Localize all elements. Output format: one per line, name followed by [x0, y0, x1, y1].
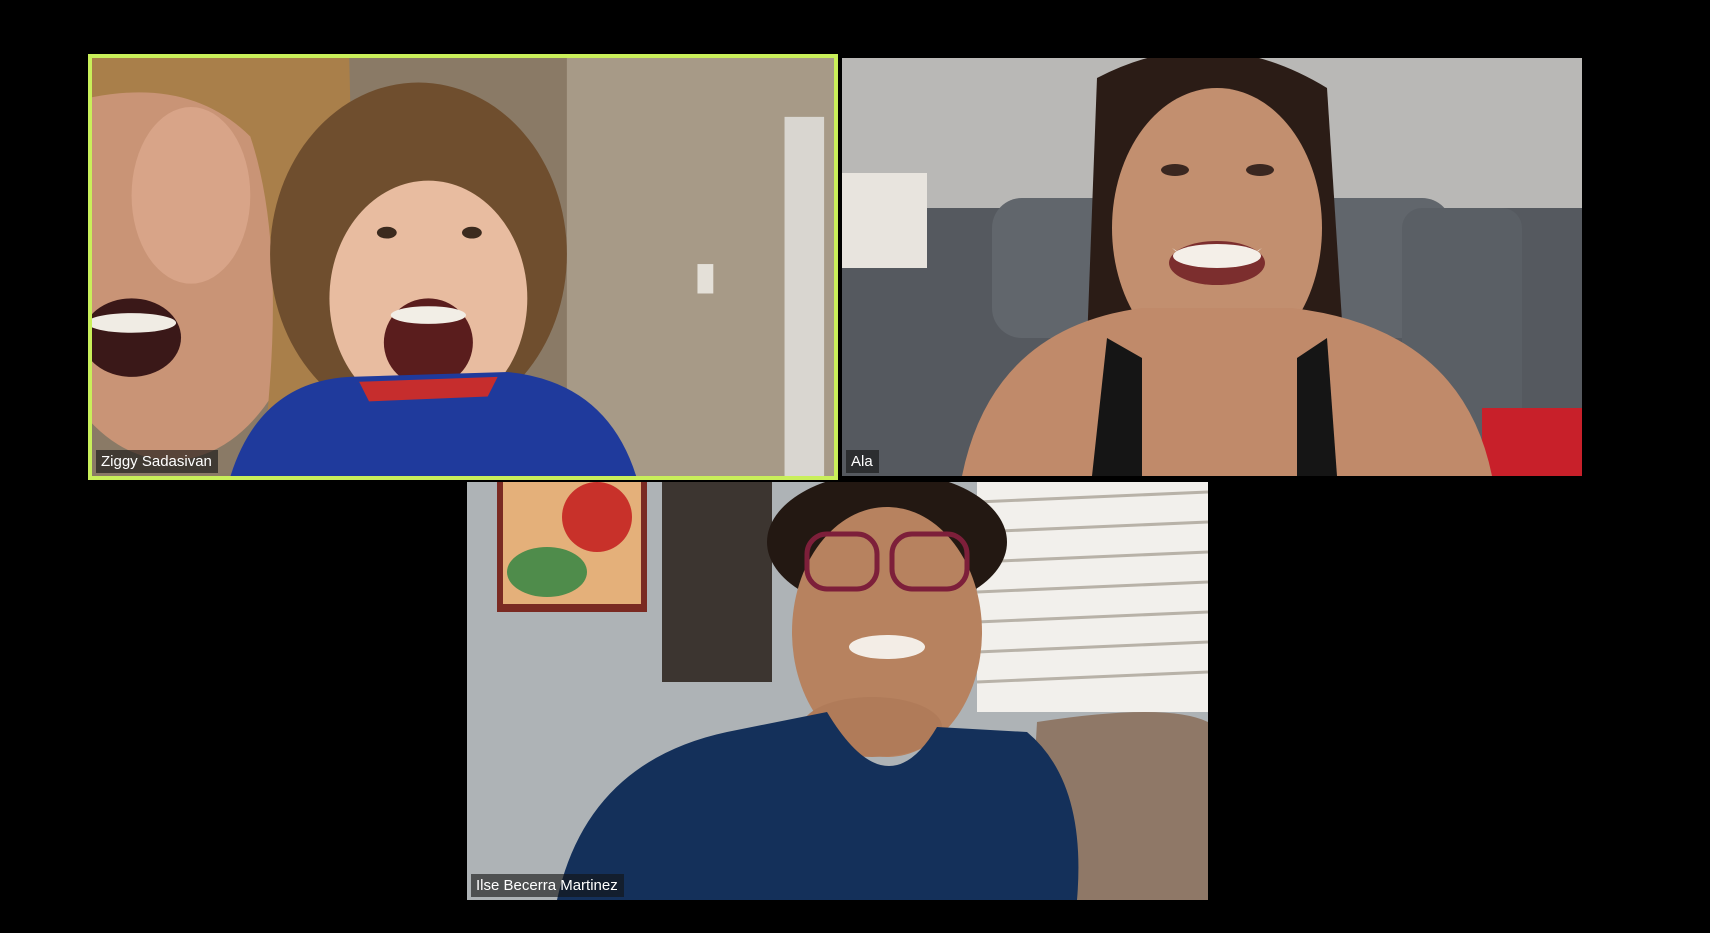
participant-name-label: Ala — [846, 450, 879, 473]
video-gallery: Ziggy Sadasivan Ala Ilse Becerra Martine… — [0, 0, 1710, 933]
participant-video-feed — [842, 58, 1582, 476]
participant-tile-ala[interactable]: Ala — [842, 58, 1582, 476]
participant-tile-ziggy-sadasivan[interactable]: Ziggy Sadasivan — [88, 54, 838, 480]
participant-name-label: Ilse Becerra Martinez — [471, 874, 624, 897]
participant-video-feed — [92, 58, 834, 476]
participant-video-feed — [467, 482, 1208, 900]
participant-tile-ilse-becerra-martinez[interactable]: Ilse Becerra Martinez — [467, 482, 1208, 900]
participant-name-label: Ziggy Sadasivan — [96, 450, 218, 473]
